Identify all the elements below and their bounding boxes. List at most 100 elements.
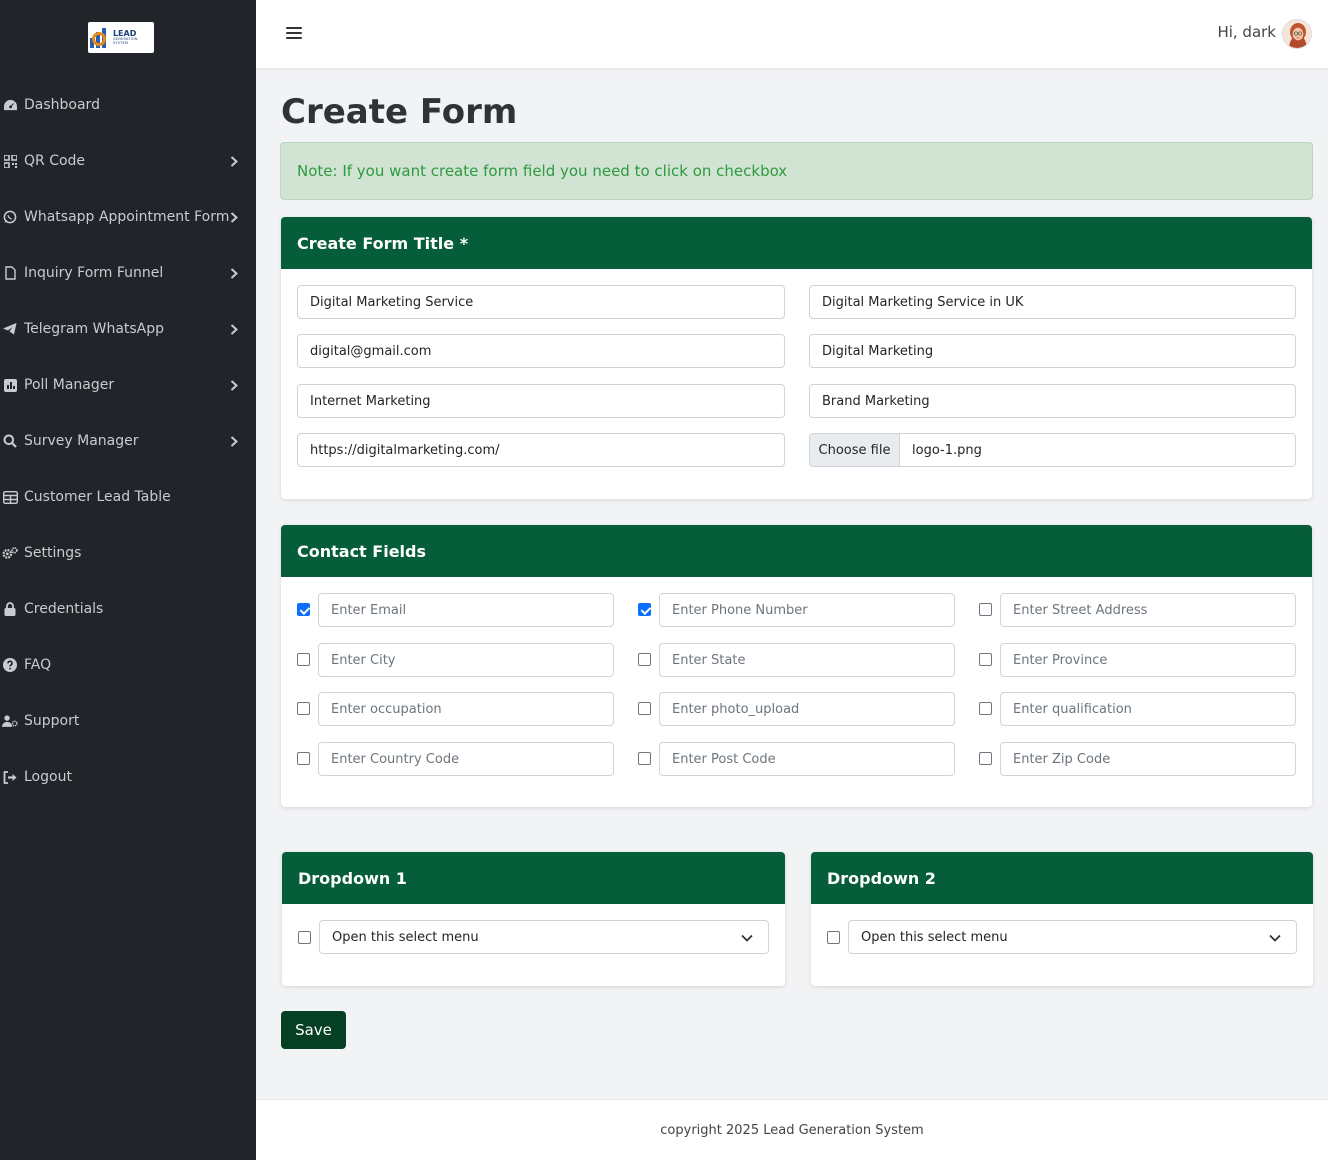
phone-placeholder-field[interactable]: Enter Phone Number xyxy=(659,593,955,627)
form-title-field-6[interactable]: Brand Marketing xyxy=(809,384,1296,418)
dropdown-1-card: Dropdown 1 xyxy=(282,852,785,986)
form-title-card-heading: Create Form Title * xyxy=(281,217,1312,269)
sidebar-item-label: Telegram WhatsApp xyxy=(24,321,165,337)
sidebar-item-label: Credentials xyxy=(24,601,104,617)
phone-field-checkbox[interactable] xyxy=(638,603,651,616)
sidebar-item-credentials[interactable]: Credentials xyxy=(0,589,256,629)
topbar: Hi, dark xyxy=(256,0,1328,68)
form-email-field[interactable]: digital@gmail.com xyxy=(297,334,785,368)
dropdown-2-heading: Dropdown 2 xyxy=(811,852,1313,904)
sidebar-item-settings[interactable]: Settings xyxy=(0,533,256,573)
dropdown-1-checkbox[interactable] xyxy=(298,931,311,944)
lock-icon xyxy=(2,601,18,617)
sidebar-item-label: Survey Manager xyxy=(24,433,139,449)
sidebar-item-logout[interactable]: Logout xyxy=(0,757,256,797)
dropdown-1-selected-text: Open this select menu xyxy=(332,929,479,945)
sidebar-item-label: Logout xyxy=(24,769,72,785)
sidebar-item-label: Dashboard xyxy=(24,97,100,113)
chevron-right-icon xyxy=(226,321,242,337)
chevron-right-icon xyxy=(226,433,242,449)
choose-file-button[interactable]: Choose file xyxy=(810,434,900,466)
selected-file-name: logo-1.png xyxy=(912,442,982,458)
note-text: Note: If you want create form field you … xyxy=(297,162,788,180)
sidebar-item-label: Whatsapp Appointment Form xyxy=(24,209,230,225)
state-field[interactable]: Enter State xyxy=(659,643,955,677)
street-address-checkbox[interactable] xyxy=(979,603,992,616)
page-title: Create Form xyxy=(281,92,518,132)
user-gear-icon xyxy=(2,713,18,729)
province-checkbox[interactable] xyxy=(979,653,992,666)
post-code-checkbox[interactable] xyxy=(638,752,651,765)
chevron-down-icon xyxy=(1268,931,1282,945)
dropdown-2-select[interactable]: Open this select menu xyxy=(848,920,1297,954)
email-placeholder-field[interactable]: Enter Email xyxy=(318,593,614,627)
gears-icon xyxy=(2,545,18,561)
city-checkbox[interactable] xyxy=(297,653,310,666)
sidebar-item-poll-manager[interactable]: Poll Manager xyxy=(0,365,256,405)
form-title-field-5[interactable]: Internet Marketing xyxy=(297,384,785,418)
sidebar-item-inquiry-form-funnel[interactable]: Inquiry Form Funnel xyxy=(0,253,256,293)
country-code-checkbox[interactable] xyxy=(297,752,310,765)
dashboard-gauge-icon xyxy=(2,97,18,113)
file-icon xyxy=(2,265,18,281)
form-title-field-2[interactable]: Digital Marketing Service in UK xyxy=(809,285,1296,319)
sidebar-item-qr-code[interactable]: QR Code xyxy=(0,141,256,181)
sign-out-icon xyxy=(2,769,18,785)
street-address-field[interactable]: Enter Street Address xyxy=(1000,593,1296,627)
dropdown-1-select[interactable]: Open this select menu xyxy=(319,920,769,954)
dropdown-2-card: Dropdown 2 xyxy=(811,852,1313,986)
sidebar-item-telegram-whatsapp[interactable]: Telegram WhatsApp xyxy=(0,309,256,349)
sidebar-item-label: QR Code xyxy=(24,153,86,169)
qrcode-icon xyxy=(2,153,18,169)
qualification-checkbox[interactable] xyxy=(979,702,992,715)
dropdown-2-selected-text: Open this select menu xyxy=(861,929,1008,945)
chevron-right-icon xyxy=(226,209,242,225)
sidebar-item-label: Poll Manager xyxy=(24,377,115,393)
city-field[interactable]: Enter City xyxy=(318,643,614,677)
sidebar-item-support[interactable]: Support xyxy=(0,701,256,741)
chevron-right-icon xyxy=(226,153,242,169)
photo-upload-field[interactable]: Enter photo_upload xyxy=(659,692,955,726)
form-url-field[interactable]: https://digitalmarketing.com/ xyxy=(297,433,785,467)
dropdown-2-checkbox[interactable] xyxy=(827,931,840,944)
form-title-field-1[interactable]: Digital Marketing Service xyxy=(297,285,785,319)
province-field[interactable]: Enter Province xyxy=(1000,643,1296,677)
logo-line2: GENERATION SYSTEM xyxy=(112,37,138,45)
chevron-down-icon xyxy=(740,931,754,945)
search-icon xyxy=(2,433,18,449)
menu-toggle-icon[interactable] xyxy=(286,25,302,41)
occupation-field[interactable]: Enter occupation xyxy=(318,692,614,726)
app-logo[interactable]: LEAD GENERATION SYSTEM xyxy=(88,22,154,53)
logo-file-input[interactable]: Choose file logo-1.png xyxy=(809,433,1296,467)
state-checkbox[interactable] xyxy=(638,653,651,666)
email-field-checkbox[interactable] xyxy=(297,603,310,616)
sidebar: LEAD GENERATION SYSTEM Dashboard QR Code… xyxy=(0,0,256,1160)
sidebar-item-dashboard[interactable]: Dashboard xyxy=(0,85,256,125)
footer: copyright 2025 Lead Generation System xyxy=(256,1099,1328,1160)
whatsapp-icon xyxy=(2,209,18,225)
sidebar-item-whatsapp-appointment-form[interactable]: Whatsapp Appointment Form xyxy=(0,197,256,237)
sidebar-item-label: Customer Lead Table xyxy=(24,489,171,505)
poll-chart-icon xyxy=(2,377,18,393)
avatar[interactable] xyxy=(1282,19,1312,49)
post-code-field[interactable]: Enter Post Code xyxy=(659,742,955,776)
table-icon xyxy=(2,489,18,505)
photo-upload-checkbox[interactable] xyxy=(638,702,651,715)
sidebar-item-customer-lead-table[interactable]: Customer Lead Table xyxy=(0,477,256,517)
zip-code-field[interactable]: Enter Zip Code xyxy=(1000,742,1296,776)
telegram-icon xyxy=(2,321,18,337)
occupation-checkbox[interactable] xyxy=(297,702,310,715)
sidebar-item-label: Support xyxy=(24,713,80,729)
form-title-field-4[interactable]: Digital Marketing xyxy=(809,334,1296,368)
country-code-field[interactable]: Enter Country Code xyxy=(318,742,614,776)
zip-code-checkbox[interactable] xyxy=(979,752,992,765)
sidebar-item-faq[interactable]: FAQ xyxy=(0,645,256,685)
sidebar-item-survey-manager[interactable]: Survey Manager xyxy=(0,421,256,461)
logo-mark-icon xyxy=(88,26,110,50)
user-greeting: Hi, dark xyxy=(1217,23,1276,41)
sidebar-item-label: Settings xyxy=(24,545,82,561)
qualification-field[interactable]: Enter qualification xyxy=(1000,692,1296,726)
save-button[interactable]: Save xyxy=(281,1011,346,1049)
dropdown-1-heading: Dropdown 1 xyxy=(282,852,785,904)
chevron-right-icon xyxy=(226,377,242,393)
